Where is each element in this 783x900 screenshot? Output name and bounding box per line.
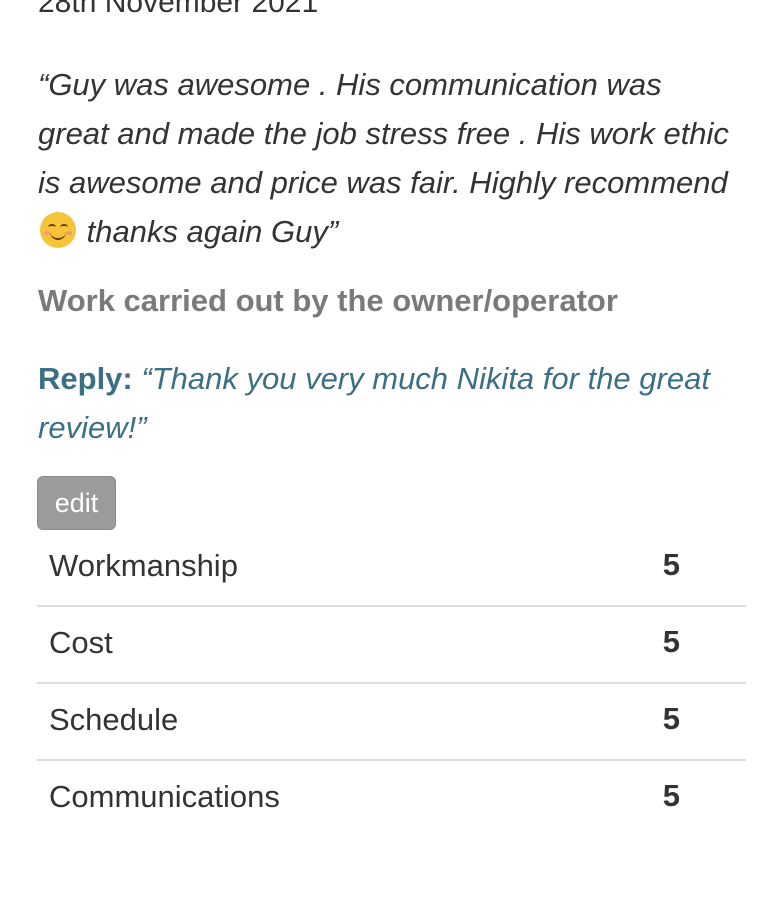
review-quote-text-1: “Guy was awesome . His communication was… bbox=[38, 67, 729, 200]
work-carried-out-by: Work carried out by the owner/operator bbox=[38, 283, 618, 318]
rating-label: Schedule bbox=[49, 702, 179, 737]
rating-row-schedule: Schedule 5 bbox=[37, 684, 746, 761]
rating-value: 5 bbox=[662, 547, 680, 582]
rating-value: 5 bbox=[662, 778, 680, 813]
review-quote-text-2: thanks again Guy” bbox=[78, 214, 339, 249]
rating-label: Communications bbox=[49, 779, 280, 814]
rating-value: 5 bbox=[662, 701, 680, 736]
rating-row-cost: Cost 5 bbox=[37, 607, 746, 684]
review-date: 28th November 2021 bbox=[38, 0, 319, 19]
review-quote: “Guy was awesome . His communication was… bbox=[38, 60, 738, 256]
ratings-table: Workmanship 5 Cost 5 Schedule 5 Communic… bbox=[37, 530, 746, 836]
rating-label: Cost bbox=[49, 625, 113, 660]
rating-label: Workmanship bbox=[49, 548, 238, 583]
smiling-face-emoji-icon bbox=[40, 212, 76, 248]
owner-reply: Reply: “Thank you very much Nikita for t… bbox=[38, 354, 738, 452]
rating-row-workmanship: Workmanship 5 bbox=[37, 530, 746, 607]
reply-label: Reply: bbox=[38, 361, 133, 396]
reply-text: “Thank you very much Nikita for the grea… bbox=[38, 361, 710, 445]
rating-value: 5 bbox=[662, 624, 680, 659]
rating-row-communications: Communications 5 bbox=[37, 761, 746, 836]
edit-button[interactable]: edit bbox=[37, 476, 116, 530]
